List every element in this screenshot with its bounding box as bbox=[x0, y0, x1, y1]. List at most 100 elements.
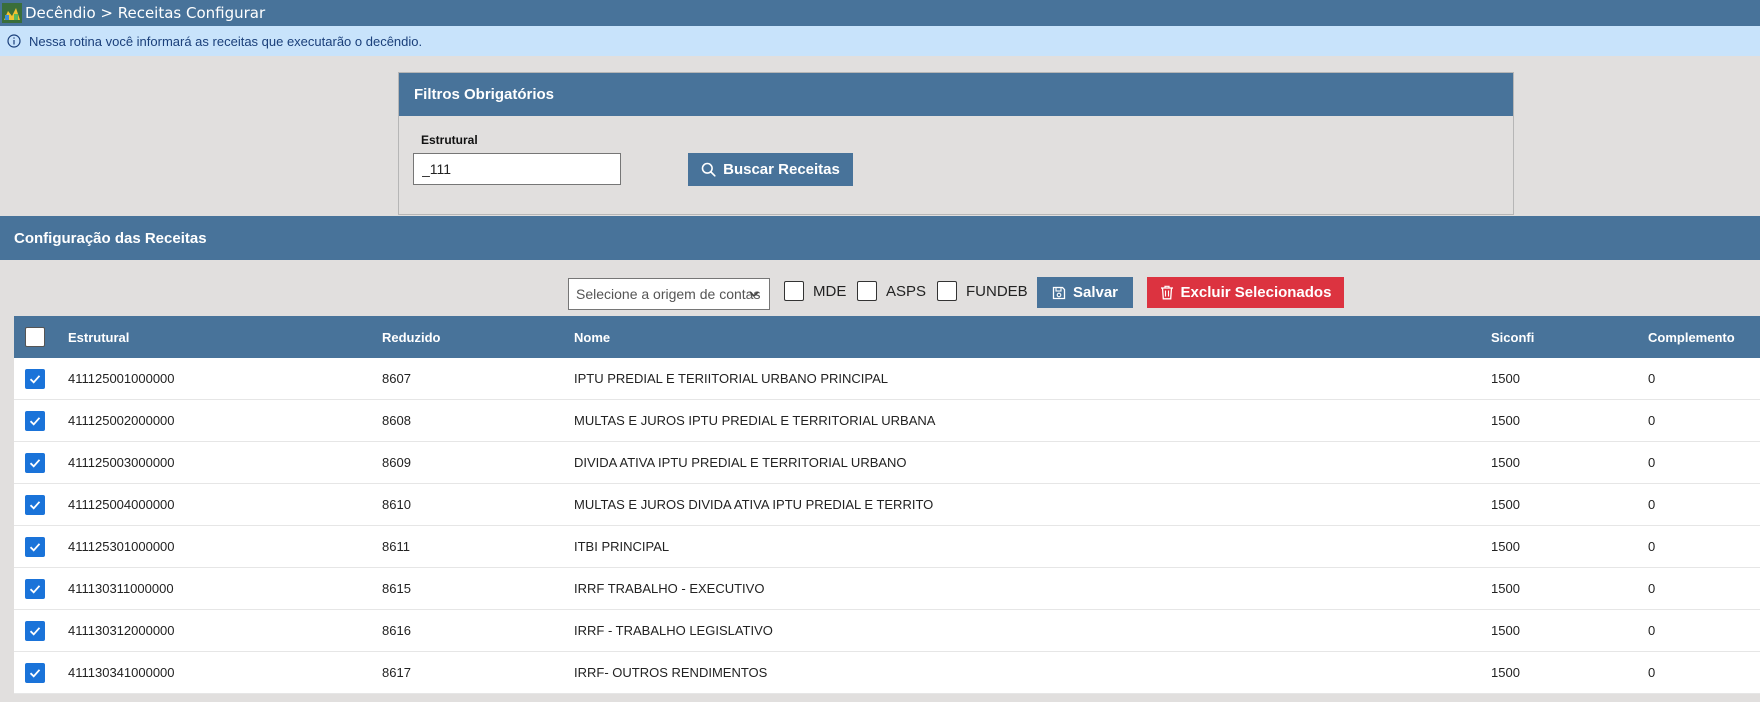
receitas-table: Estrutural Reduzido Nome Siconfi Complem… bbox=[14, 316, 1760, 694]
mde-label: MDE bbox=[813, 282, 847, 300]
row-checkbox-cell bbox=[25, 442, 45, 483]
row-checkbox[interactable] bbox=[25, 662, 45, 683]
cell-complemento: 0 bbox=[1648, 581, 1656, 596]
cell-complemento: 0 bbox=[1648, 623, 1656, 638]
row-checkbox[interactable] bbox=[25, 452, 45, 473]
cell-siconfi: 1500 bbox=[1491, 665, 1520, 680]
cell-estrutural: 411130312000000 bbox=[68, 623, 175, 638]
cell-nome: IRRF - TRABALHO LEGISLATIVO bbox=[574, 623, 773, 638]
cell-complemento: 0 bbox=[1648, 539, 1656, 554]
cell-siconfi: 1500 bbox=[1491, 497, 1520, 512]
row-checkbox-cell bbox=[25, 484, 45, 525]
cell-reduzido: 8609 bbox=[382, 455, 411, 470]
table-row[interactable]: 411130311000000 8615 IRRF TRABALHO - EXECU… bbox=[14, 568, 1760, 610]
search-receitas-button[interactable]: Buscar Receitas bbox=[688, 153, 853, 186]
cell-estrutural: 411125001000000 bbox=[68, 371, 175, 386]
search-button-label: Buscar Receitas bbox=[723, 161, 840, 178]
save-button[interactable]: Salvar bbox=[1037, 277, 1133, 308]
search-icon bbox=[701, 162, 716, 177]
cell-complemento: 0 bbox=[1648, 413, 1656, 428]
checkmark-icon bbox=[28, 624, 42, 638]
cell-siconfi: 1500 bbox=[1491, 371, 1520, 386]
cell-estrutural: 411125002000000 bbox=[68, 413, 175, 428]
cell-reduzido: 8616 bbox=[382, 623, 411, 638]
estrutural-label: Estrutural bbox=[421, 133, 478, 147]
filters-title: Filtros Obrigatórios bbox=[399, 73, 1513, 116]
table-row[interactable]: 411130341000000 8617 IRRF- OUTROS RENDIMEN… bbox=[14, 652, 1760, 694]
table-row[interactable]: 411125003000000 8609 DIVIDA ATIVA IPTU PRE… bbox=[14, 442, 1760, 484]
row-checkbox[interactable] bbox=[25, 368, 45, 389]
delete-button-label: Excluir Selecionados bbox=[1180, 284, 1332, 301]
header-nome[interactable]: Nome bbox=[574, 316, 610, 358]
checkmark-icon bbox=[28, 540, 42, 554]
origin-select[interactable]: Selecione a origem de contas bbox=[568, 278, 770, 310]
cell-nome: IRRF- OUTROS RENDIMENTOS bbox=[574, 665, 768, 680]
save-button-label: Salvar bbox=[1072, 284, 1119, 301]
row-checkbox-cell bbox=[25, 610, 45, 651]
cell-siconfi: 1500 bbox=[1491, 581, 1520, 596]
breadcrumb: Decêndio > Receitas Configurar bbox=[25, 4, 266, 22]
delete-selected-button[interactable]: Excluir Selecionados bbox=[1147, 277, 1344, 308]
estrutural-input[interactable] bbox=[413, 153, 621, 185]
cell-nome: MULTAS E JUROS DIVIDA ATIVA IPTU PREDIAL… bbox=[574, 497, 934, 512]
select-all-cell bbox=[25, 316, 45, 358]
chevron-down-icon bbox=[748, 288, 760, 300]
mde-checkbox-box[interactable] bbox=[784, 281, 804, 301]
fundeb-checkbox-box[interactable] bbox=[937, 281, 957, 301]
cell-nome: DIVIDA ATIVA IPTU PREDIAL E TERRITORIAL … bbox=[574, 455, 907, 470]
info-message: Nessa rotina você informará as receitas … bbox=[29, 33, 423, 49]
cell-reduzido: 8615 bbox=[382, 581, 411, 596]
table-row[interactable]: 411125002000000 8608 MULTAS E JUROS IPTU P… bbox=[14, 400, 1760, 442]
table-row[interactable]: 411125301000000 8611 ITBI PRINCIPAL 1500 0 bbox=[14, 526, 1760, 568]
cell-reduzido: 8610 bbox=[382, 497, 411, 512]
checkmark-icon bbox=[28, 582, 42, 596]
table-header: Estrutural Reduzido Nome Siconfi Complem… bbox=[14, 316, 1760, 358]
table-row[interactable]: 411130312000000 8616 IRRF - TRABALHO LEGIS… bbox=[14, 610, 1760, 652]
cell-estrutural: 411125004000000 bbox=[68, 497, 175, 512]
row-checkbox-cell bbox=[25, 568, 45, 609]
row-checkbox-cell bbox=[25, 400, 45, 441]
table-row[interactable]: 411125004000000 8610 MULTAS E JUROS DIVIDA… bbox=[14, 484, 1760, 526]
origin-select-value: Selecione a origem de contas bbox=[576, 286, 761, 302]
header-siconfi[interactable]: Siconfi bbox=[1491, 316, 1534, 358]
table-row[interactable]: 411125001000000 8607 IPTU PREDIAL E TERIIT… bbox=[14, 358, 1760, 400]
cell-complemento: 0 bbox=[1648, 665, 1656, 680]
filters-panel: Filtros Obrigatórios Estrutural Buscar R… bbox=[398, 72, 1514, 215]
fundeb-checkbox[interactable]: FUNDEB bbox=[937, 281, 1028, 301]
asps-checkbox-box[interactable] bbox=[857, 281, 877, 301]
cell-reduzido: 8617 bbox=[382, 665, 411, 680]
checkmark-icon bbox=[28, 456, 42, 470]
mde-checkbox[interactable]: MDE bbox=[784, 281, 846, 301]
checkmark-icon bbox=[28, 372, 42, 386]
header-complemento[interactable]: Complemento bbox=[1648, 316, 1735, 358]
row-checkbox[interactable] bbox=[25, 494, 45, 515]
row-checkbox[interactable] bbox=[25, 578, 45, 599]
cell-siconfi: 1500 bbox=[1491, 539, 1520, 554]
checkmark-icon bbox=[28, 666, 42, 680]
row-checkbox[interactable] bbox=[25, 410, 45, 431]
cell-nome: MULTAS E JUROS IPTU PREDIAL E TERRITORIA… bbox=[574, 413, 936, 428]
row-checkbox[interactable] bbox=[25, 536, 45, 557]
cell-estrutural: 411130311000000 bbox=[68, 581, 174, 596]
row-checkbox[interactable] bbox=[25, 620, 45, 641]
cell-reduzido: 8611 bbox=[382, 539, 410, 554]
save-icon bbox=[1052, 286, 1066, 300]
cell-siconfi: 1500 bbox=[1491, 623, 1520, 638]
trash-icon bbox=[1160, 285, 1174, 300]
asps-checkbox[interactable]: ASPS bbox=[857, 281, 926, 301]
select-all-checkbox[interactable] bbox=[25, 327, 45, 347]
cell-complemento: 0 bbox=[1648, 497, 1656, 512]
row-checkbox-cell bbox=[25, 526, 45, 567]
checkmark-icon bbox=[28, 414, 42, 428]
cell-nome: IRRF TRABALHO - EXECUTIVO bbox=[574, 581, 765, 596]
header-estrutural[interactable]: Estrutural bbox=[68, 316, 129, 358]
cell-reduzido: 8607 bbox=[382, 371, 411, 386]
checkmark-icon bbox=[28, 498, 42, 512]
cell-estrutural: 411125301000000 bbox=[68, 539, 175, 554]
app-logo-icon bbox=[2, 3, 22, 23]
top-bar: Decêndio > Receitas Configurar bbox=[0, 0, 1760, 26]
cell-complemento: 0 bbox=[1648, 371, 1656, 386]
cell-estrutural: 411125003000000 bbox=[68, 455, 175, 470]
header-reduzido[interactable]: Reduzido bbox=[382, 316, 441, 358]
cell-siconfi: 1500 bbox=[1491, 455, 1520, 470]
